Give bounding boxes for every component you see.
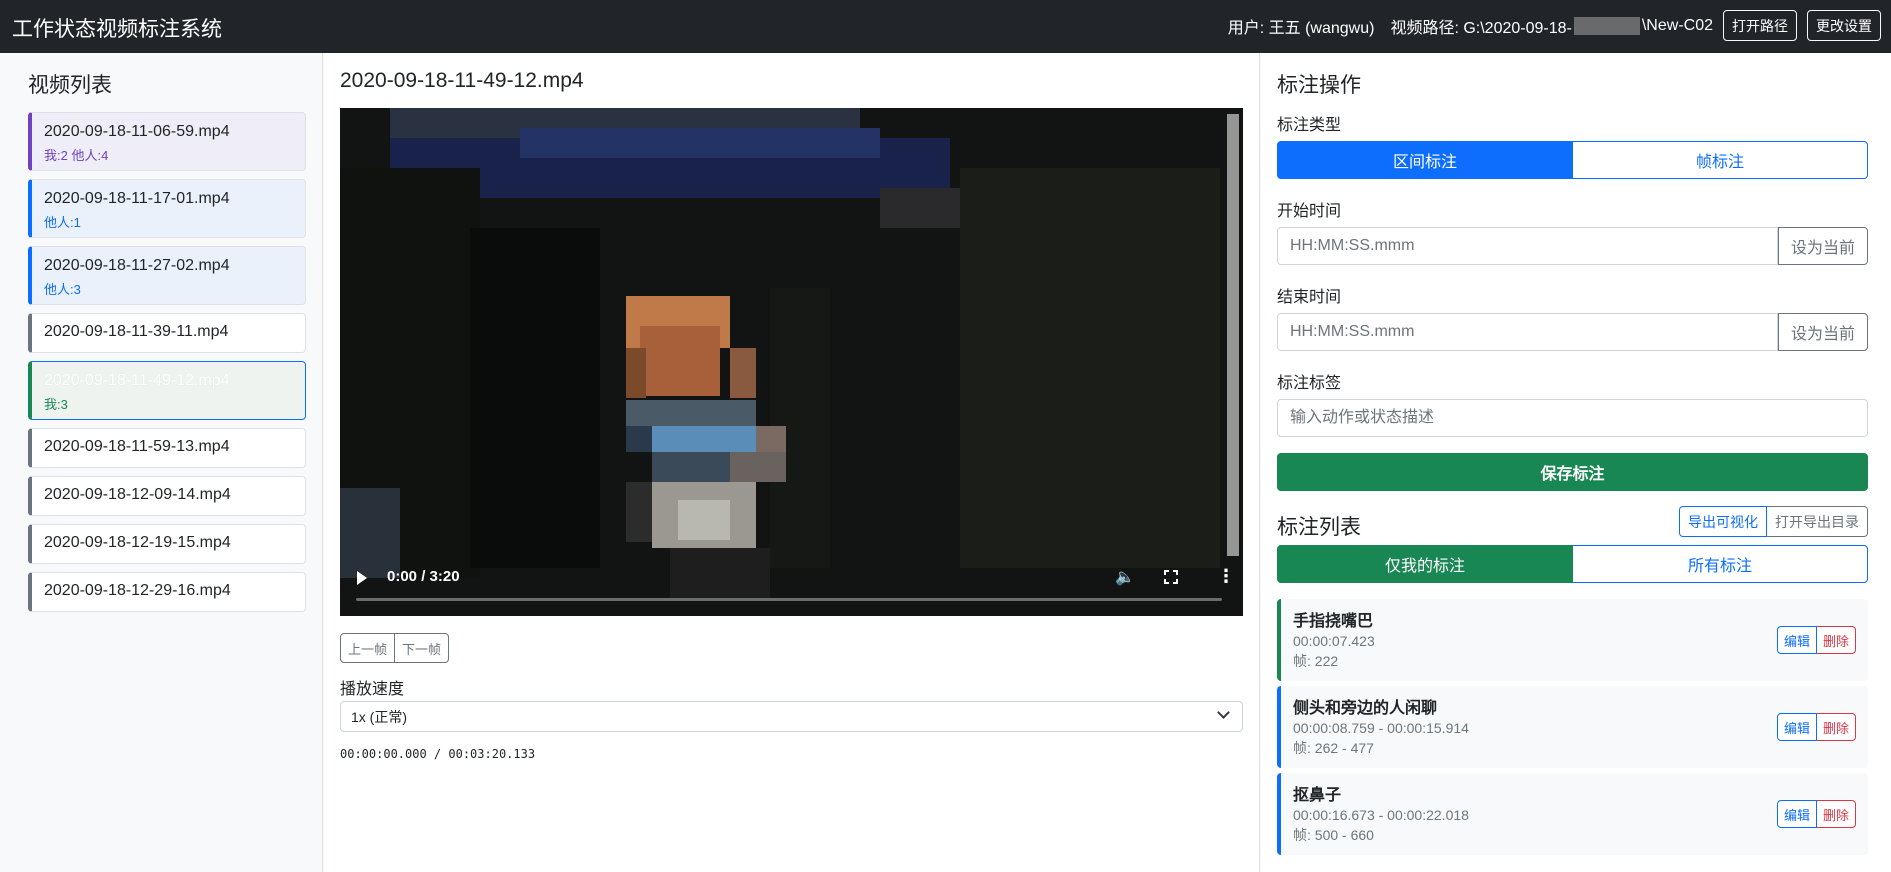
video-name: 2020-09-18-11-59-13.mp4: [44, 438, 230, 455]
navbar-right: 用户: 王五 (wangwu) 视频路径: G:\2020-09-18- \Ne…: [1228, 10, 1881, 41]
annotation-type-label: 标注类型: [1277, 117, 1342, 134]
video-name: 2020-09-18-12-29-16.mp4: [44, 582, 231, 599]
video-path-suffix: \New-C02: [1641, 16, 1713, 34]
start-time-label: 开始时间: [1277, 203, 1342, 220]
next-frame-button[interactable]: 下一帧: [395, 633, 450, 663]
pixelated-video-frame: [340, 108, 1243, 616]
annotate-title: 标注操作: [1277, 74, 1361, 97]
frame-annotation-option[interactable]: 帧标注: [1573, 141, 1868, 179]
video-list-title: 视频列表: [28, 74, 112, 97]
annotation-time: 00:00:07.423: [1293, 633, 1375, 649]
annotation-list-title: 标注列表: [1277, 516, 1361, 539]
chevron-down-icon: [1217, 706, 1230, 719]
set-start-current-button[interactable]: 设为当前: [1778, 227, 1868, 265]
annotation-label: 手指挠嘴巴: [1293, 613, 1374, 630]
annotation-label: 抠鼻子: [1293, 787, 1342, 804]
delete-annotation-button[interactable]: 删除: [1816, 713, 1856, 741]
annotation-actions: 编辑 删除: [1776, 626, 1856, 654]
annotation-actions: 编辑 删除: [1776, 800, 1856, 828]
video-annotation-count: 他人:1: [44, 215, 81, 230]
video-list-sidebar: 视频列表 2020-09-18-11-06-59.mp4 我:2 他人:4 20…: [12, 53, 323, 872]
video-item[interactable]: 2020-09-18-12-29-16.mp4: [28, 572, 306, 612]
end-time-input[interactable]: [1277, 313, 1778, 351]
annotation-item[interactable]: 手指挠嘴巴 00:00:07.423 帧: 222 编辑 删除: [1277, 599, 1868, 681]
top-navbar: 工作状态视频标注系统 用户: 王五 (wangwu) 视频路径: G:\2020…: [0, 0, 1891, 53]
more-options-icon[interactable]: ⋮: [1217, 566, 1235, 587]
annotation-item[interactable]: 抠鼻子 00:00:16.673 - 00:00:22.018 帧: 500 -…: [1277, 773, 1868, 855]
speed-select[interactable]: 1x (正常): [340, 701, 1243, 732]
video-name: 2020-09-18-11-39-11.mp4: [44, 323, 229, 340]
export-button-group: 导出可视化 打开导出目录: [1679, 506, 1868, 537]
video-item[interactable]: 2020-09-18-11-27-02.mp4 他人:3: [28, 246, 306, 305]
current-user: 用户: 王五 (wangwu): [1227, 19, 1375, 37]
frame-step-group: 上一帧 下一帧: [340, 633, 450, 663]
end-time-group: 设为当前: [1277, 313, 1868, 351]
open-export-dir-button[interactable]: 打开导出目录: [1767, 506, 1868, 537]
video-player[interactable]: 0:00 / 3:20 🔈 ⋮: [340, 108, 1243, 616]
edit-annotation-button[interactable]: 编辑: [1776, 626, 1817, 654]
annotation-label: 侧头和旁边的人闲聊: [1293, 700, 1438, 717]
save-annotation-button[interactable]: 保存标注: [1277, 453, 1868, 491]
video-overlay-bar: [1227, 114, 1239, 556]
edit-annotation-button[interactable]: 编辑: [1776, 713, 1817, 741]
start-time-input[interactable]: [1277, 227, 1778, 265]
interval-annotation-option[interactable]: 区间标注: [1277, 141, 1573, 179]
app-title: 工作状态视频标注系统: [12, 18, 222, 41]
play-icon[interactable]: [357, 571, 367, 585]
video-annotation-count: 我:2 他人:4: [44, 148, 109, 163]
video-name: 2020-09-18-11-49-12.mp4: [44, 372, 230, 389]
fullscreen-icon[interactable]: [1164, 570, 1178, 584]
annotation-actions: 编辑 删除: [1776, 713, 1856, 741]
speed-select-value: 1x (正常): [351, 709, 407, 725]
tag-input[interactable]: [1277, 399, 1868, 437]
video-path: 视频路径: G:\2020-09-18- \New-C02: [1390, 14, 1713, 38]
video-item[interactable]: 2020-09-18-11-17-01.mp4 他人:1: [28, 179, 306, 238]
video-name: 2020-09-18-11-06-59.mp4: [44, 123, 230, 140]
video-annotation-count: 我:3: [44, 397, 68, 412]
video-item[interactable]: 2020-09-18-11-06-59.mp4 我:2 他人:4: [28, 112, 306, 171]
video-path-prefix: 视频路径: G:\2020-09-18-: [1390, 19, 1572, 37]
video-progress-track[interactable]: [356, 598, 1222, 601]
annotation-time: 00:00:16.673 - 00:00:22.018: [1293, 807, 1469, 823]
annotation-filter-toggle: 仅我的标注 所有标注: [1277, 545, 1868, 583]
video-item[interactable]: 2020-09-18-11-39-11.mp4: [28, 313, 306, 353]
annotation-frames: 帧: 222: [1293, 653, 1339, 669]
tag-label: 标注标签: [1277, 375, 1342, 392]
video-item[interactable]: 2020-09-18-12-09-14.mp4: [28, 476, 306, 516]
annotation-type-toggle: 区间标注 帧标注: [1277, 141, 1868, 179]
player-panel: 2020-09-18-11-49-12.mp4 0:00 / 3:20 🔈 ⋮ …: [324, 53, 1260, 872]
delete-annotation-button[interactable]: 删除: [1816, 626, 1856, 654]
annotation-frames: 帧: 262 - 477: [1293, 740, 1374, 756]
volume-icon[interactable]: 🔈: [1115, 567, 1135, 587]
change-settings-button[interactable]: 更改设置: [1807, 10, 1881, 41]
end-time-label: 结束时间: [1277, 289, 1342, 306]
edit-annotation-button[interactable]: 编辑: [1776, 800, 1817, 828]
video-item[interactable]: 2020-09-18-12-19-15.mp4: [28, 524, 306, 564]
video-name: 2020-09-18-12-09-14.mp4: [44, 486, 231, 503]
annotation-panel: 标注操作 标注类型 区间标注 帧标注 开始时间 设为当前 结束时间 设为当前 标…: [1261, 53, 1891, 872]
annotation-item[interactable]: 侧头和旁边的人闲聊 00:00:08.759 - 00:00:15.914 帧:…: [1277, 686, 1868, 768]
delete-annotation-button[interactable]: 删除: [1816, 800, 1856, 828]
set-end-current-button[interactable]: 设为当前: [1778, 313, 1868, 351]
video-time-display: 0:00 / 3:20: [387, 568, 460, 585]
video-name: 2020-09-18-12-19-15.mp4: [44, 534, 231, 551]
redacted-block: [1573, 16, 1640, 35]
video-name: 2020-09-18-11-17-01.mp4: [44, 190, 230, 207]
video-item-active[interactable]: 2020-09-18-11-49-12.mp4 我:3: [28, 361, 306, 420]
start-time-group: 设为当前: [1277, 227, 1868, 265]
filter-all-option[interactable]: 所有标注: [1573, 545, 1868, 583]
prev-frame-button[interactable]: 上一帧: [340, 633, 396, 663]
annotation-time: 00:00:08.759 - 00:00:15.914: [1293, 720, 1469, 736]
video-item[interactable]: 2020-09-18-11-59-13.mp4: [28, 428, 306, 468]
video-name: 2020-09-18-11-27-02.mp4: [44, 257, 230, 274]
open-path-button[interactable]: 打开路径: [1723, 10, 1797, 41]
filter-mine-option[interactable]: 仅我的标注: [1277, 545, 1573, 583]
video-annotation-count: 他人:3: [44, 282, 81, 297]
timecode-readout: 00:00:00.000 / 00:03:20.133: [340, 747, 536, 761]
speed-label: 播放速度: [340, 681, 405, 698]
video-controls: 0:00 / 3:20 🔈 ⋮: [340, 556, 1243, 616]
export-visualization-button[interactable]: 导出可视化: [1679, 506, 1767, 537]
video-title: 2020-09-18-11-49-12.mp4: [340, 69, 584, 92]
annotation-frames: 帧: 500 - 660: [1293, 827, 1374, 843]
